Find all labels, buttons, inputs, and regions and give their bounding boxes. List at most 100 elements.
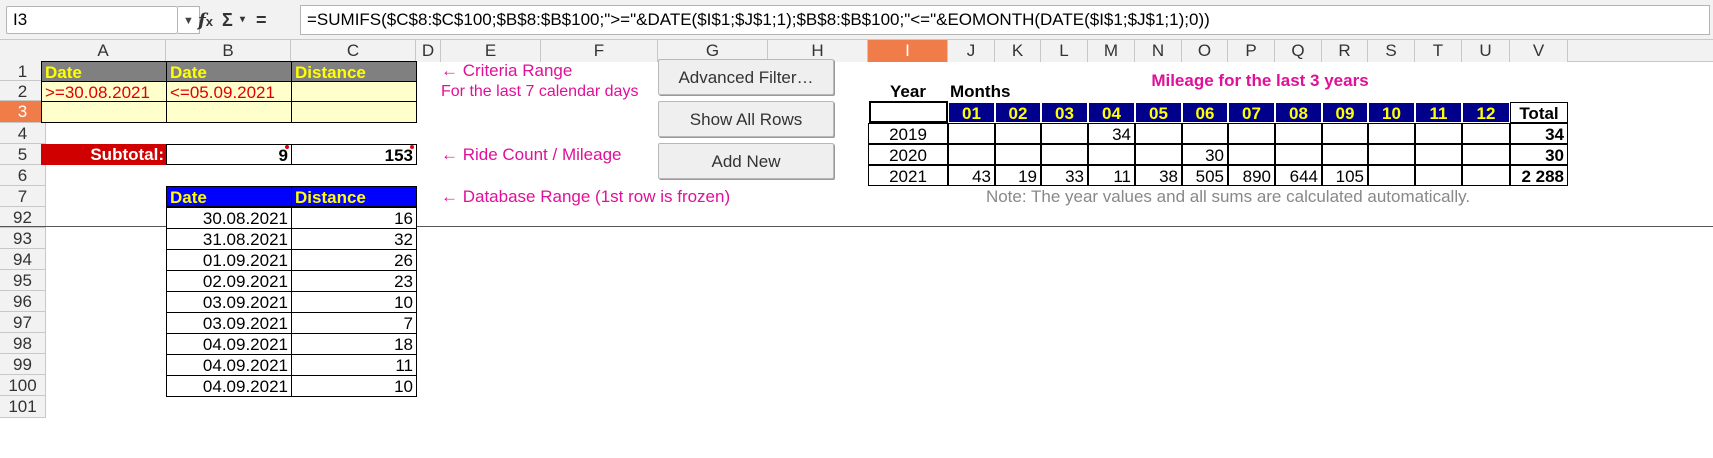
month-value-cell[interactable] <box>1368 123 1415 144</box>
month-value-cell[interactable]: 890 <box>1228 165 1275 186</box>
month-value-cell[interactable] <box>1322 144 1368 165</box>
month-value-cell[interactable] <box>1415 123 1462 144</box>
database-date-cell[interactable]: 04.09.2021 <box>166 354 292 376</box>
year-cell[interactable]: 2020 <box>868 144 948 165</box>
subtotal-count[interactable]: 9 <box>166 144 292 165</box>
row-header-1[interactable]: 1 <box>0 61 46 81</box>
add-new-button[interactable]: Add New <box>658 143 834 179</box>
database-date-cell[interactable]: 03.09.2021 <box>166 291 292 313</box>
criteria-header-date-from[interactable]: Date <box>41 61 167 82</box>
month-value-cell[interactable]: 105 <box>1322 165 1368 186</box>
row-header-97[interactable]: 97 <box>0 312 46 333</box>
column-header-E[interactable]: E <box>441 40 541 62</box>
subtotal-label[interactable]: Subtotal: <box>41 144 167 165</box>
month-header[interactable]: 03 <box>1041 102 1088 123</box>
database-date-cell[interactable]: 30.08.2021 <box>166 207 292 229</box>
month-value-cell[interactable] <box>1462 165 1510 186</box>
month-header[interactable]: 10 <box>1368 102 1415 123</box>
database-date-cell[interactable]: 04.09.2021 <box>166 375 292 397</box>
month-header[interactable]: 08 <box>1275 102 1322 123</box>
advanced-filter-button[interactable]: Advanced Filter… <box>658 59 834 95</box>
database-date-cell[interactable]: 03.09.2021 <box>166 312 292 334</box>
month-value-cell[interactable] <box>1088 144 1135 165</box>
equals-icon[interactable]: = <box>256 8 267 32</box>
month-value-cell[interactable]: 19 <box>995 165 1041 186</box>
total-header[interactable]: Total <box>1510 102 1568 123</box>
database-distance-cell[interactable]: 7 <box>291 312 417 334</box>
column-header-O[interactable]: O <box>1182 40 1228 62</box>
database-date-cell[interactable]: 31.08.2021 <box>166 228 292 250</box>
month-header[interactable]: 12 <box>1462 102 1510 123</box>
database-distance-cell[interactable]: 16 <box>291 207 417 229</box>
month-value-cell[interactable] <box>995 144 1041 165</box>
year-cell[interactable]: 2019 <box>868 123 948 144</box>
select-all-corner[interactable] <box>0 40 46 62</box>
month-value-cell[interactable]: 505 <box>1182 165 1228 186</box>
column-header-I[interactable]: I <box>868 40 948 62</box>
criteria-empty-cell[interactable] <box>166 101 292 123</box>
row-header-100[interactable]: 100 <box>0 375 46 396</box>
column-header-B[interactable]: B <box>166 40 291 62</box>
row-header-4[interactable]: 4 <box>0 123 46 144</box>
year-cell[interactable]: 2021 <box>868 165 948 186</box>
database-distance-cell[interactable]: 11 <box>291 354 417 376</box>
database-distance-cell[interactable]: 18 <box>291 333 417 355</box>
formula-input[interactable]: =SUMIFS($C$8:$C$100;$B$8:$B$100;">="&DAT… <box>300 5 1710 35</box>
month-value-cell[interactable] <box>1135 144 1182 165</box>
row-header-93[interactable]: 93 <box>0 228 46 249</box>
database-distance-cell[interactable]: 26 <box>291 249 417 271</box>
month-header[interactable]: 05 <box>1135 102 1182 123</box>
function-wizard-icon[interactable]: fx <box>198 8 213 34</box>
column-header-J[interactable]: J <box>948 40 995 62</box>
column-header-T[interactable]: T <box>1415 40 1462 62</box>
name-box-dropdown-icon[interactable]: ▼ <box>178 6 200 34</box>
month-value-cell[interactable]: 33 <box>1041 165 1088 186</box>
column-header-L[interactable]: L <box>1041 40 1088 62</box>
row-header-3[interactable]: 3 <box>0 101 46 123</box>
database-distance-cell[interactable]: 10 <box>291 375 417 397</box>
column-header-V[interactable]: V <box>1510 40 1568 62</box>
month-header[interactable]: 06 <box>1182 102 1228 123</box>
column-header-P[interactable]: P <box>1228 40 1275 62</box>
row-header-2[interactable]: 2 <box>0 81 46 101</box>
row-header-94[interactable]: 94 <box>0 249 46 270</box>
month-value-cell[interactable]: 43 <box>948 165 995 186</box>
database-date-cell[interactable]: 02.09.2021 <box>166 270 292 292</box>
database-distance-cell[interactable]: 23 <box>291 270 417 292</box>
show-all-rows-button[interactable]: Show All Rows <box>658 101 834 137</box>
criteria-empty-cell[interactable] <box>41 101 167 123</box>
month-value-cell[interactable] <box>1322 123 1368 144</box>
column-header-U[interactable]: U <box>1462 40 1510 62</box>
column-header-N[interactable]: N <box>1135 40 1182 62</box>
criteria-distance[interactable] <box>291 81 417 102</box>
column-header-S[interactable]: S <box>1368 40 1415 62</box>
criteria-header-date-to[interactable]: Date <box>166 61 292 82</box>
month-value-cell[interactable] <box>1228 123 1275 144</box>
criteria-header-distance[interactable]: Distance <box>291 61 417 82</box>
column-header-K[interactable]: K <box>995 40 1041 62</box>
database-header-date[interactable]: Date <box>166 186 292 207</box>
month-value-cell[interactable]: 644 <box>1275 165 1322 186</box>
row-header-101[interactable]: 101 <box>0 396 46 418</box>
column-header-D[interactable]: D <box>416 40 441 62</box>
month-value-cell[interactable] <box>1275 144 1322 165</box>
month-header[interactable]: 04 <box>1088 102 1135 123</box>
month-value-cell[interactable] <box>948 144 995 165</box>
month-value-cell[interactable] <box>1462 123 1510 144</box>
chevron-down-icon[interactable]: ▾ <box>240 8 245 32</box>
row-header-92[interactable]: 92 <box>0 207 46 228</box>
month-value-cell[interactable] <box>1041 144 1088 165</box>
selected-cell-I3[interactable] <box>869 101 948 123</box>
row-header-95[interactable]: 95 <box>0 270 46 291</box>
name-box[interactable]: I3 <box>6 6 178 34</box>
column-header-M[interactable]: M <box>1088 40 1135 62</box>
database-header-distance[interactable]: Distance <box>291 186 417 207</box>
month-value-cell[interactable] <box>1368 165 1415 186</box>
month-header[interactable]: 07 <box>1228 102 1275 123</box>
month-value-cell[interactable] <box>1368 144 1415 165</box>
row-header-98[interactable]: 98 <box>0 333 46 354</box>
month-header[interactable]: 01 <box>948 102 995 123</box>
column-header-R[interactable]: R <box>1322 40 1368 62</box>
month-value-cell[interactable] <box>1041 123 1088 144</box>
month-value-cell[interactable]: 30 <box>1182 144 1228 165</box>
